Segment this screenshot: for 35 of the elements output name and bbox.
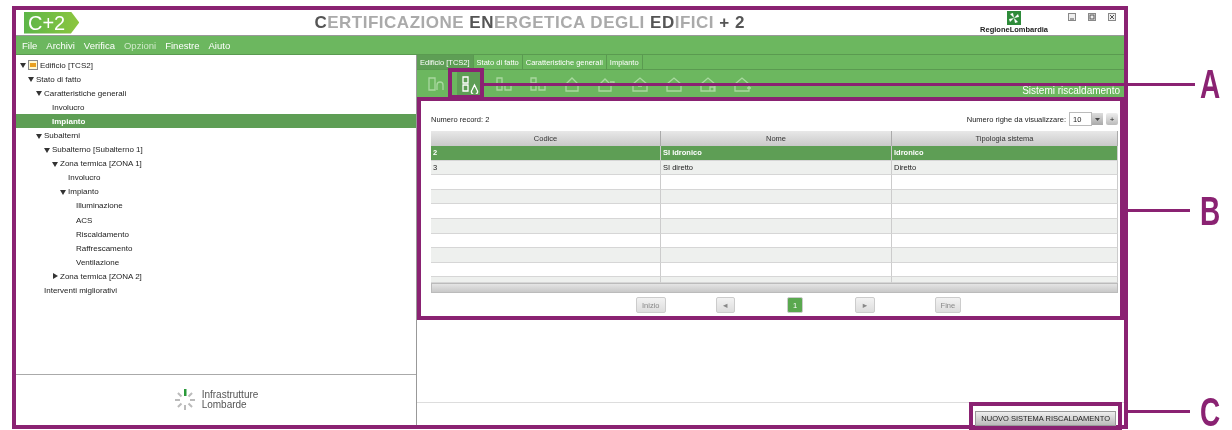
tree-item[interactable]: Riscaldamento (16, 227, 416, 242)
boiler-icon (460, 73, 480, 94)
tree-item[interactable]: ACS (16, 213, 416, 228)
maximize-icon[interactable] (1088, 13, 1096, 21)
callout-letter: A (1200, 64, 1221, 104)
expander-icon[interactable] (60, 188, 66, 195)
callout-letter: B (1200, 191, 1221, 231)
app-title: CERTIFICAZIONE ENERGETICA DEGLI EDIFICI + 2 (313, 12, 746, 33)
company-logo-text: Infrastrutture Lombarde (201, 390, 259, 410)
add-button[interactable]: + (1106, 113, 1118, 125)
minimize-icon[interactable] (1068, 13, 1076, 21)
dropdown-icon[interactable] (1095, 117, 1100, 121)
callout-letter: C (1200, 392, 1221, 430)
tree-item[interactable]: Illuminazione (16, 198, 416, 214)
tree-item[interactable]: Raffrescamento (16, 241, 416, 256)
tree-item[interactable]: Subalterno [Subalterno 1] (16, 142, 416, 157)
tree-item[interactable]: Zona termica [ZONA 2] (16, 269, 416, 284)
app-logo: C+2 (24, 11, 80, 34)
horizontal-scrollbar[interactable] (431, 283, 1118, 294)
tree-item[interactable]: Edificio [TCS2] (16, 58, 416, 73)
building-icon (28, 60, 38, 71)
close-icon[interactable] (1108, 13, 1116, 21)
section-title: Sistemi riscaldamento (1022, 85, 1120, 96)
tree-item[interactable]: Caratteristiche generali (16, 86, 416, 101)
tree-item[interactable]: Involucro (16, 100, 416, 115)
sunburst-logo-icon (173, 389, 196, 411)
region-logo-icon (1007, 11, 1022, 25)
tree-item[interactable]: Involucro (16, 170, 416, 185)
tree-item[interactable]: Ventilazione (16, 255, 416, 270)
tree-item[interactable]: Interventi migliorativi (16, 283, 416, 298)
tree-item[interactable]: Impianto (16, 184, 416, 199)
tree-item[interactable]: Subalterni (16, 128, 416, 143)
tree-item[interactable]: Zona termica [ZONA 1] (16, 156, 416, 171)
tree-item[interactable]: Stato di fatto (16, 72, 416, 87)
expander-icon[interactable] (52, 273, 58, 280)
